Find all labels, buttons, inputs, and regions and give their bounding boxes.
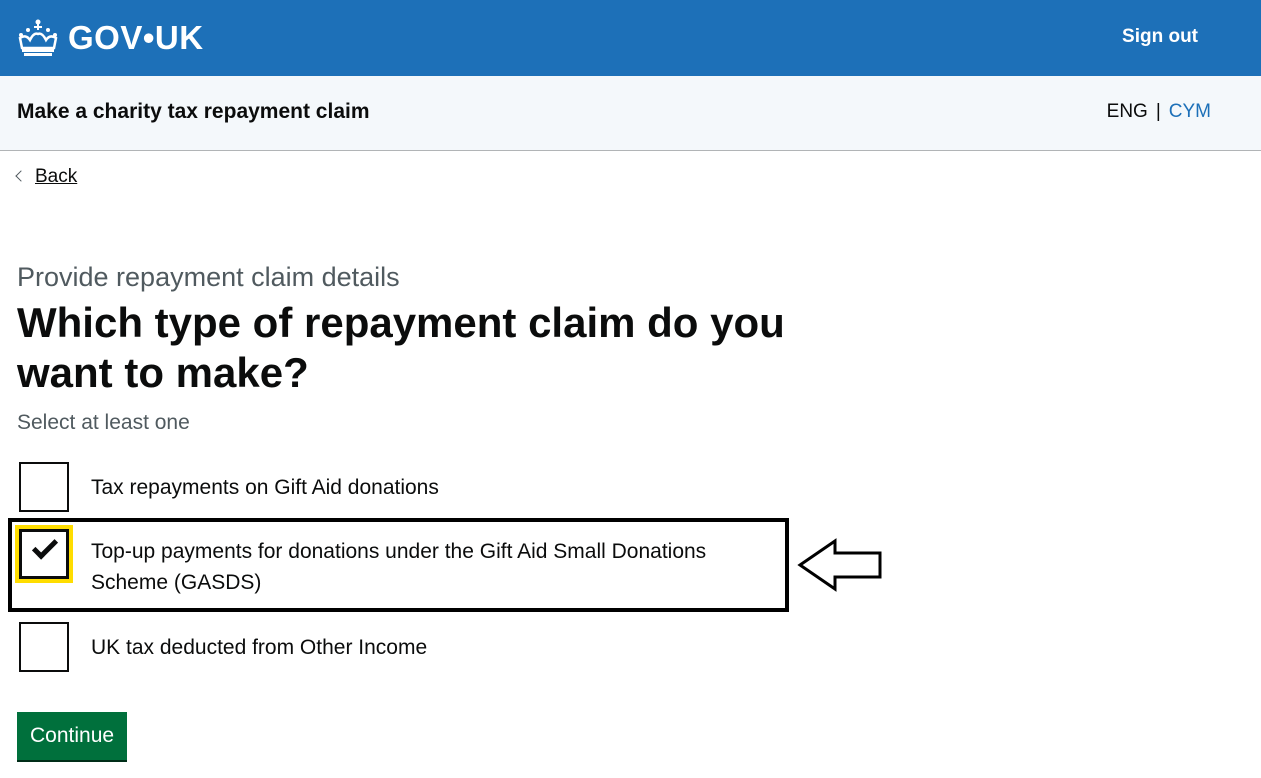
chevron-left-icon: [15, 170, 27, 182]
service-navigation: Make a charity tax repayment claim ENG |…: [0, 76, 1261, 151]
lang-cym-link[interactable]: CYM: [1169, 101, 1211, 123]
checkbox-item-gift-aid[interactable]: Tax repayments on Gift Aid donations: [19, 462, 439, 512]
checkbox-item-other-income[interactable]: UK tax deducted from Other Income: [19, 622, 427, 672]
gov-header: GOV•UK Sign out: [0, 0, 1261, 76]
checkbox-label-other-income[interactable]: UK tax deducted from Other Income: [91, 622, 427, 663]
logo-text: GOV•UK: [68, 19, 204, 56]
govuk-logo[interactable]: GOV•UK: [16, 14, 204, 62]
annotation-highlight-box: [8, 518, 789, 612]
arrow-left-icon: [797, 538, 882, 592]
continue-button[interactable]: Continue: [17, 712, 128, 760]
page-title: Which type of repayment claim do you wan…: [17, 299, 785, 396]
checkbox-gift-aid[interactable]: [19, 462, 69, 512]
crown-icon: [18, 19, 58, 56]
lang-eng: ENG: [1106, 101, 1148, 122]
lang-separator: |: [1155, 101, 1161, 122]
back-link-label: Back: [35, 166, 78, 187]
language-switcher: ENG | CYM: [1107, 101, 1211, 123]
hint-text: Select at least one: [17, 411, 190, 434]
checkbox-label-gift-aid[interactable]: Tax repayments on Gift Aid donations: [91, 462, 439, 503]
sign-out-link[interactable]: Sign out: [1122, 26, 1198, 48]
back-link[interactable]: Back: [15, 166, 78, 188]
service-name[interactable]: Make a charity tax repayment claim: [17, 100, 370, 124]
page-caption: Provide repayment claim details: [17, 262, 400, 292]
checkbox-other-income[interactable]: [19, 622, 69, 672]
